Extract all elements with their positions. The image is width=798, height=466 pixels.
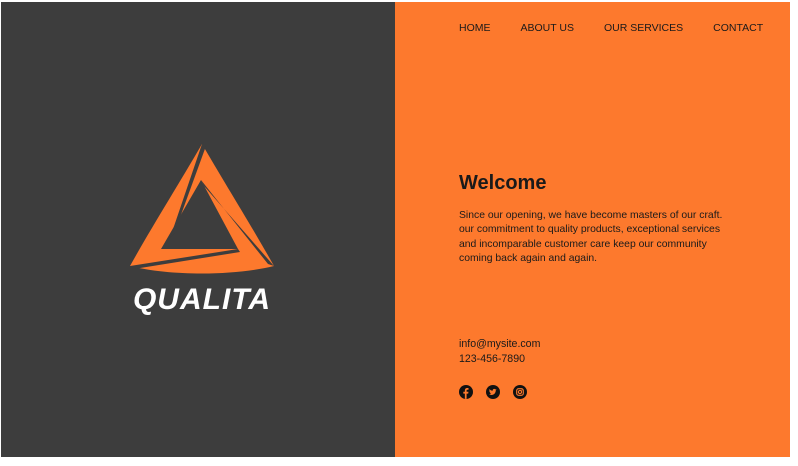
facebook-icon[interactable] — [459, 385, 473, 399]
welcome-paragraph: Since our opening, we have become master… — [459, 209, 739, 266]
instagram-icon[interactable] — [513, 385, 527, 399]
twitter-icon[interactable] — [486, 385, 500, 399]
contact-phone: 123-456-7890 — [459, 352, 525, 365]
brand-name: QUALITA — [132, 283, 272, 316]
triangle-logo-icon — [130, 144, 274, 274]
welcome-line: coming back again and again. — [459, 252, 598, 264]
contact-info: info@mysite.com 123-456-7890 — [459, 337, 540, 366]
left-panel: QUALITA — [1, 2, 395, 457]
nav-contact[interactable]: CONTACT — [713, 21, 763, 35]
main-nav: HOME ABOUT US OUR SERVICES CONTACT — [459, 21, 763, 35]
nav-about-us[interactable]: ABOUT US — [521, 21, 574, 35]
welcome-line: Since our opening, we have become master… — [459, 210, 723, 221]
contact-email[interactable]: info@mysite.com — [459, 337, 540, 352]
social-links — [459, 385, 527, 399]
welcome-line: our commitment to quality products, exce… — [459, 224, 721, 236]
page-frame: QUALITA HOME ABOUT US OUR SERVICES CONTA… — [1, 2, 790, 457]
nav-our-services[interactable]: OUR SERVICES — [604, 21, 683, 35]
welcome-line: and incomparable customer care keep our … — [459, 238, 707, 250]
welcome-heading: Welcome — [459, 172, 547, 194]
nav-home[interactable]: HOME — [459, 21, 491, 35]
brand-logo[interactable]: QUALITA — [128, 142, 276, 324]
right-panel: HOME ABOUT US OUR SERVICES CONTACT Welco… — [395, 2, 790, 457]
